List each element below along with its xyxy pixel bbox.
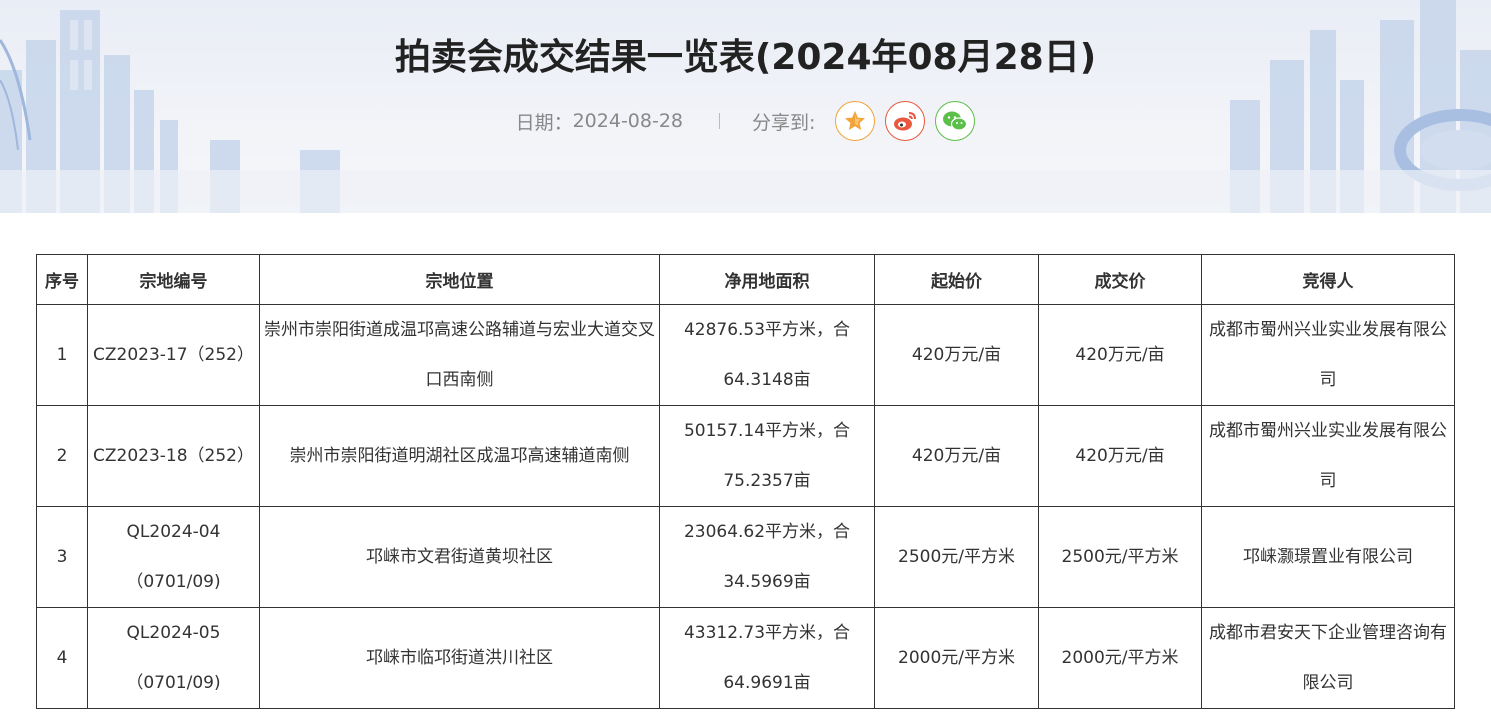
share-weibo-button[interactable] [885,101,926,141]
cell-no: 4 [36,607,88,709]
results-table-container: 序号 宗地编号 宗地位置 净用地面积 起始价 成交价 竞得人 1 CZ2023-… [36,254,1455,709]
meta-separator [719,113,721,129]
header-deal-price: 成交价 [1038,254,1202,305]
wechat-icon [943,111,968,131]
cell-location: 崇州市崇阳街道成温邛高速公路辅道与宏业大道交叉口西南侧 [259,304,660,406]
cell-winner: 成都市蜀州兴业实业发展有限公司 [1201,405,1455,507]
cell-deal-price: 2500元/平方米 [1038,506,1202,608]
header-code: 宗地编号 [87,254,260,305]
cell-code: QL2024-05（0701/09) [87,607,260,709]
favorite-star-icon [845,111,866,130]
cell-winner: 邛崃灏璟置业有限公司 [1201,506,1455,608]
cell-area: 43312.73平方米，合64.9691亩 [659,607,875,709]
cell-winner: 成都市君安天下企业管理咨询有限公司 [1201,607,1455,709]
header-location: 宗地位置 [259,254,660,305]
cell-no: 1 [36,304,88,406]
cell-area: 42876.53平方米，合64.3148亩 [659,304,875,406]
cell-start-price: 420万元/亩 [874,405,1039,507]
cell-code: CZ2023-18（252） [87,405,260,507]
cell-winner: 成都市蜀州兴业实业发展有限公司 [1201,304,1455,406]
table-row: 3 QL2024-04（0701/09) 邛崃市文君街道黄坝社区 23064.6… [36,506,1455,608]
cell-location: 邛崃市临邛街道洪川社区 [259,607,660,709]
cell-code: QL2024-04（0701/09) [87,506,260,608]
table-row: 2 CZ2023-18（252） 崇州市崇阳街道明湖社区成温邛高速辅道南侧 50… [36,405,1455,507]
weibo-icon [894,112,917,131]
cell-area: 23064.62平方米，合34.5969亩 [659,506,875,608]
table-row: 1 CZ2023-17（252） 崇州市崇阳街道成温邛高速公路辅道与宏业大道交叉… [36,304,1455,406]
cell-location: 邛崃市文君街道黄坝社区 [259,506,660,608]
header-winner: 竞得人 [1201,254,1455,305]
header-banner: 拍卖会成交结果一览表(2024年08月28日) 日期： 2024-08-28 分… [0,0,1491,213]
cell-deal-price: 420万元/亩 [1038,405,1202,507]
cell-start-price: 2000元/平方米 [874,607,1039,709]
page-title: 拍卖会成交结果一览表(2024年08月28日) [394,37,1097,78]
cell-deal-price: 2000元/平方米 [1038,607,1202,709]
table-row: 4 QL2024-05（0701/09) 邛崃市临邛街道洪川社区 43312.7… [36,607,1455,709]
cell-code: CZ2023-17（252） [87,304,260,406]
cell-no: 3 [36,506,88,608]
auction-results-table: 序号 宗地编号 宗地位置 净用地面积 起始价 成交价 竞得人 1 CZ2023-… [36,254,1455,709]
date-label: 日期： [515,111,573,134]
header-no: 序号 [36,254,88,305]
cell-area: 50157.14平方米，合75.2357亩 [659,405,875,507]
share-favorite-button[interactable] [835,101,876,141]
date-value: 2024-08-28 [572,110,684,132]
share-label: 分享到: [752,111,816,134]
header-area: 净用地面积 [659,254,875,305]
header-start-price: 起始价 [874,254,1039,305]
meta-bar: 日期： 2024-08-28 分享到: [0,100,1491,142]
cell-deal-price: 420万元/亩 [1038,304,1202,406]
table-header-row: 序号 宗地编号 宗地位置 净用地面积 起始价 成交价 竞得人 [36,254,1455,305]
cell-start-price: 420万元/亩 [874,304,1039,406]
cell-start-price: 2500元/平方米 [874,506,1039,608]
cell-no: 2 [36,405,88,507]
share-wechat-button[interactable] [935,101,976,141]
cell-location: 崇州市崇阳街道明湖社区成温邛高速辅道南侧 [259,405,660,507]
